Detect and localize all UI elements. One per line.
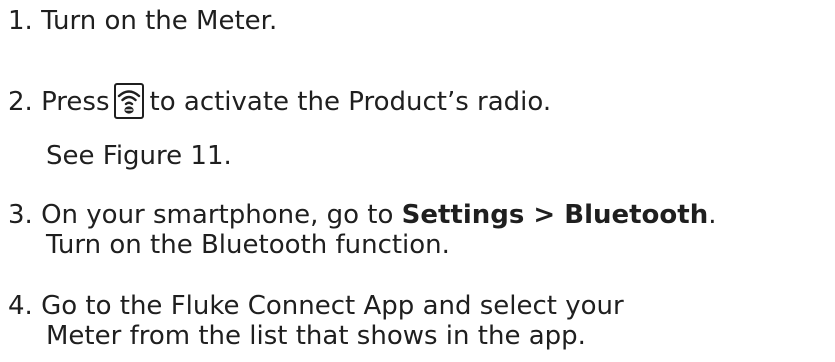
step-4: 4. Go to the Fluke Connect App and selec… <box>8 291 624 322</box>
step-3-number: 3. <box>8 200 33 230</box>
step-3-text-after: . <box>708 200 717 230</box>
step-4-number: 4. <box>8 291 33 321</box>
step-3-line-2: Turn on the Bluetooth function. <box>46 230 450 260</box>
step-2-text-before-icon: Press <box>41 87 110 117</box>
step-3-text-before: On your smartphone, go to <box>41 200 394 230</box>
step-4-line-2: Meter from the list that shows in the ap… <box>46 321 586 351</box>
step-2-number: 2. <box>8 87 33 117</box>
step-1-text: Turn on the Meter. <box>41 6 278 36</box>
step-1: 1. Turn on the Meter. <box>8 6 277 37</box>
step-1-number: 1. <box>8 6 33 36</box>
step-2-text-after-icon: to activate the Product’s radio. <box>149 87 552 117</box>
step-2-note: See Figure 11. <box>46 141 232 171</box>
step-2: 2. Press to activate the Product’s radio… <box>8 83 551 119</box>
step-4-line-1: Go to the Fluke Connect App and select y… <box>41 291 624 321</box>
step-3-bold-path: Settings > Bluetooth <box>401 200 709 230</box>
step-3: 3. On your smartphone, go to Settings > … <box>8 200 717 231</box>
wireless-radio-button-icon <box>113 83 144 119</box>
